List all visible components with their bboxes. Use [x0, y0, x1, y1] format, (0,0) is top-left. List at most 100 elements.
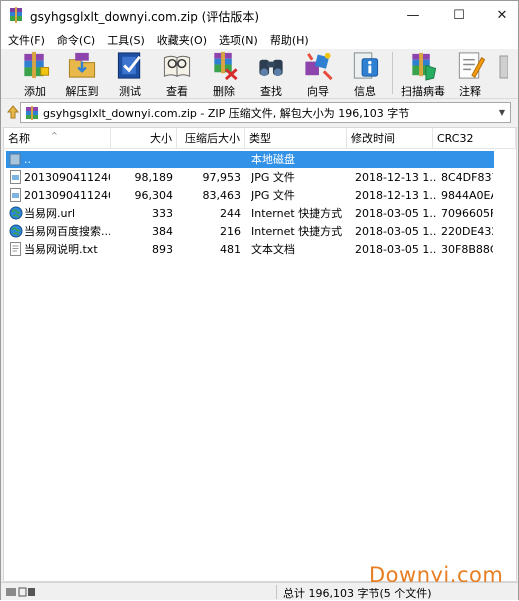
tool-virus-scan[interactable]: 扫描病毒 — [397, 49, 449, 99]
more-tools-icon — [499, 55, 508, 79]
row-size: 98,189 — [134, 171, 174, 184]
tool-more[interactable] — [493, 49, 513, 99]
tool-view-label: 查看 — [166, 85, 188, 98]
menu-bar: 文件(F) 命令(C) 工具(S) 收藏夹(O) 选项(N) 帮助(H) — [1, 30, 518, 49]
address-bar: gsyhgsglxlt_downyi.com.zip - ZIP 压缩文件, 解… — [1, 100, 518, 126]
chevron-down-icon[interactable]: ▼ — [494, 108, 510, 117]
image-file-icon — [10, 188, 21, 202]
menu-file[interactable]: 文件(F) — [4, 32, 49, 48]
row-type: JPG 文件 — [251, 171, 295, 184]
status-bar: 总计 196,103 字节(5 个文件) — [1, 582, 518, 600]
row-name: 当易网百度搜索... — [24, 225, 110, 238]
virus-scan-icon — [412, 52, 437, 81]
tool-extract-to[interactable]: 解压到 — [60, 49, 104, 99]
column-crc32[interactable]: CRC32 — [433, 128, 516, 149]
row-packed-size: 97,953 — [202, 171, 242, 184]
add-archive-icon — [24, 51, 50, 79]
row-packed-size: 481 — [220, 243, 241, 256]
find-icon — [259, 59, 283, 77]
internet-shortcut-icon — [9, 224, 23, 238]
tool-find[interactable]: 查找 — [249, 49, 293, 99]
status-summary: 总计 196,103 字节(5 个文件) — [283, 587, 432, 600]
table-row[interactable]: .. 本地磁盘 — [6, 151, 494, 168]
column-name[interactable]: 名称 ^ — [4, 128, 111, 149]
row-type: Internet 快捷方式 — [251, 225, 343, 238]
internet-shortcut-icon — [9, 206, 23, 220]
menu-commands[interactable]: 命令(C) — [53, 32, 99, 48]
row-name: 2013090411240... — [24, 189, 110, 202]
menu-options[interactable]: 选项(N) — [215, 32, 262, 48]
sort-ascending-icon: ^ — [51, 131, 58, 140]
tool-view[interactable]: 查看 — [155, 49, 199, 99]
text-file-icon — [10, 242, 21, 256]
wizard-icon — [305, 52, 333, 81]
row-crc32: 8C4DF837 — [441, 171, 493, 184]
archive-path-text: gsyhgsglxlt_downyi.com.zip - ZIP 压缩文件, 解… — [43, 106, 410, 120]
tool-comment[interactable]: 注释 — [448, 49, 492, 99]
row-packed-size: 244 — [220, 207, 241, 220]
tool-wizard[interactable]: 向导 — [296, 49, 340, 99]
column-name-label: 名称 — [8, 132, 30, 145]
maximize-button[interactable]: ☐ — [442, 1, 476, 30]
column-modified[interactable]: 修改时间 — [347, 128, 433, 149]
row-packed-size: 83,463 — [202, 189, 242, 202]
view-icon — [163, 55, 191, 77]
table-row[interactable]: 当易网说明.txt 893 481 文本文档 2018-03-05 1... 3… — [6, 241, 494, 258]
tool-extract-to-label: 解压到 — [65, 85, 99, 98]
tool-wizard-label: 向导 — [307, 85, 329, 98]
tool-delete[interactable]: 删除 — [202, 49, 246, 99]
minimize-button[interactable]: — — [396, 1, 430, 30]
tool-add-label: 添加 — [24, 85, 46, 98]
row-packed-size: 216 — [220, 225, 241, 238]
status-divider — [276, 585, 277, 599]
column-size[interactable]: 大小 — [111, 128, 177, 149]
tool-info-label: 信息 — [354, 85, 376, 98]
up-folder-icon[interactable] — [6, 103, 20, 121]
archive-path-field[interactable]: gsyhgsglxlt_downyi.com.zip - ZIP 压缩文件, 解… — [20, 102, 511, 123]
column-type[interactable]: 类型 — [245, 128, 347, 149]
row-crc32: 220DE432 — [441, 225, 493, 238]
tool-delete-label: 删除 — [213, 85, 235, 98]
table-row[interactable]: 2013090411240... 96,304 83,463 JPG 文件 20… — [6, 187, 494, 204]
row-type: Internet 快捷方式 — [251, 207, 343, 220]
toolbar: 添加 解压到 测试 查看 删除 查找 向导 信息 扫描病毒 注释 — [1, 49, 518, 99]
toolbar-separator — [392, 52, 393, 94]
row-size: 384 — [152, 225, 173, 238]
close-button[interactable]: ✕ — [485, 1, 519, 30]
menu-tools[interactable]: 工具(S) — [103, 32, 149, 48]
row-crc32: 30F8B88C — [441, 243, 493, 256]
row-crc32: 7096605F — [441, 207, 493, 220]
row-modified: 2018-12-13 1... — [355, 171, 437, 184]
tool-comment-label: 注释 — [459, 85, 481, 98]
winrar-window: gsyhgsglxlt_downyi.com.zip (评估版本) — ☐ ✕ … — [0, 0, 519, 600]
file-list[interactable]: 名称 ^ 大小 压缩后大小 类型 修改时间 CRC32 .. 本地磁盘 2013… — [3, 127, 517, 582]
archive-icon — [26, 105, 38, 120]
menu-favorites[interactable]: 收藏夹(O) — [153, 32, 211, 48]
table-row[interactable]: 当易网百度搜索... 384 216 Internet 快捷方式 2018-03… — [6, 223, 494, 240]
tool-test[interactable]: 测试 — [108, 49, 152, 99]
row-size: 333 — [152, 207, 173, 220]
window-title: gsyhgsglxlt_downyi.com.zip (评估版本) — [30, 10, 260, 24]
title-bar: gsyhgsglxlt_downyi.com.zip (评估版本) — ☐ ✕ — [1, 1, 518, 30]
file-list-header: 名称 ^ 大小 压缩后大小 类型 修改时间 CRC32 — [4, 128, 516, 149]
row-modified: 2018-03-05 1... — [355, 225, 437, 238]
table-row[interactable]: 当易网.url 333 244 Internet 快捷方式 2018-03-05… — [6, 205, 494, 222]
row-size: 893 — [152, 243, 173, 256]
row-name: .. — [24, 153, 31, 166]
tool-info[interactable]: 信息 — [343, 49, 387, 99]
drive-status-icon[interactable] — [5, 586, 37, 598]
row-type: 文本文档 — [251, 243, 295, 256]
image-file-icon — [10, 170, 21, 184]
tool-virus-scan-label: 扫描病毒 — [401, 85, 445, 98]
winrar-app-icon — [10, 7, 22, 23]
comment-icon — [458, 52, 486, 79]
row-crc32: 9844A0EA — [441, 189, 493, 202]
menu-help[interactable]: 帮助(H) — [266, 32, 313, 48]
row-type: 本地磁盘 — [251, 153, 295, 166]
table-row[interactable]: 2013090411240... 98,189 97,953 JPG 文件 20… — [6, 169, 494, 186]
test-icon — [117, 52, 141, 79]
info-icon — [353, 52, 379, 79]
row-name: 当易网说明.txt — [24, 243, 98, 256]
tool-add[interactable]: 添加 — [13, 49, 57, 99]
column-packed-size[interactable]: 压缩后大小 — [177, 128, 245, 149]
